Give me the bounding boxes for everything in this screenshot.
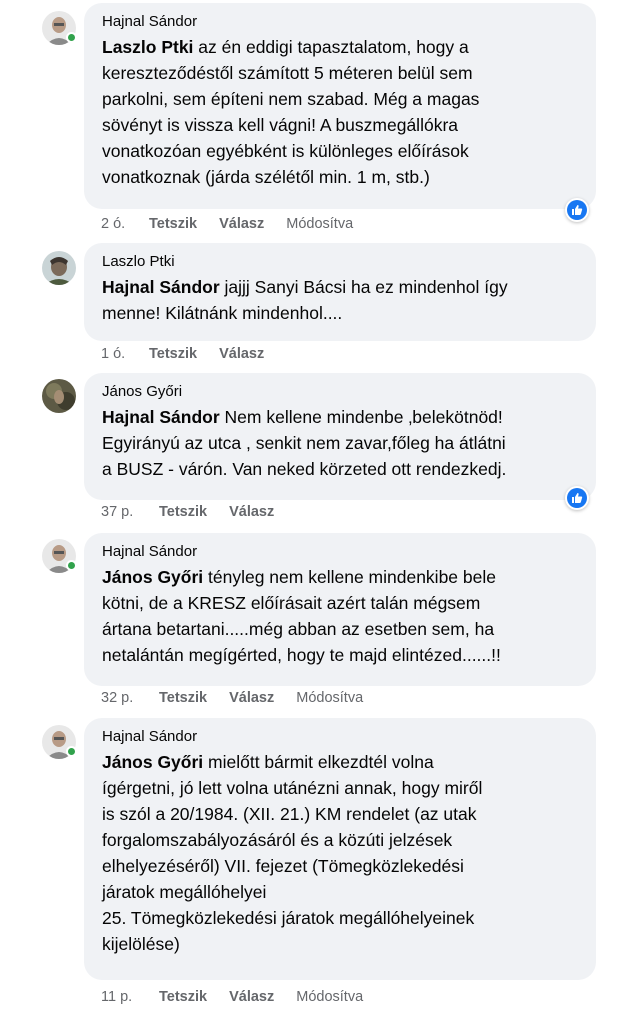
comment-timestamp[interactable]: 32 p. bbox=[101, 688, 159, 708]
comment-actions: 2 ó. Tetszik Válasz Módosítva bbox=[101, 214, 353, 234]
comment-timestamp[interactable]: 37 p. bbox=[101, 502, 159, 522]
like-button[interactable]: Tetszik bbox=[159, 688, 207, 708]
comment-text: Hajnal Sándor Nem kellene mindenbe ‚bele… bbox=[102, 404, 580, 482]
comment-actions: 1 ó. Tetszik Válasz bbox=[101, 344, 286, 364]
comment-body: mielőtt bármit elkezdtél volna ígérgetni… bbox=[102, 752, 483, 954]
comment-bubble: Laszlo Ptki Hajnal Sándor jajjj Sanyi Bá… bbox=[84, 243, 596, 341]
reply-button[interactable]: Válasz bbox=[229, 502, 274, 522]
mention-link[interactable]: János Győri bbox=[102, 567, 203, 587]
comment-actions: 37 p. Tetszik Válasz bbox=[101, 502, 296, 522]
comment-timestamp[interactable]: 11 p. bbox=[101, 987, 159, 1007]
edited-label[interactable]: Módosítva bbox=[296, 688, 363, 708]
reply-button[interactable]: Válasz bbox=[219, 214, 264, 234]
like-reaction-icon bbox=[567, 488, 587, 508]
comment-timestamp[interactable]: 2 ó. bbox=[101, 214, 149, 234]
comment-author[interactable]: János Győri bbox=[102, 382, 580, 402]
like-button[interactable]: Tetszik bbox=[159, 987, 207, 1007]
comment-bubble: Hajnal Sándor Laszlo Ptki az én eddigi t… bbox=[84, 3, 596, 209]
reply-button[interactable]: Válasz bbox=[229, 688, 274, 708]
online-status-dot bbox=[66, 560, 77, 571]
comment-text: János Győri tényleg nem kellene mindenki… bbox=[102, 564, 580, 668]
comment-actions: 32 p. Tetszik Válasz Módosítva bbox=[101, 688, 363, 708]
avatar-photo-icon bbox=[42, 379, 76, 413]
online-status-dot bbox=[66, 32, 77, 43]
avatar[interactable] bbox=[42, 379, 76, 413]
comment-bubble: Hajnal Sándor János Győri tényleg nem ke… bbox=[84, 533, 596, 686]
comment-bubble: Hajnal Sándor János Győri mielőtt bármit… bbox=[84, 718, 596, 980]
like-reaction-icon bbox=[567, 200, 587, 220]
comment-author[interactable]: Hajnal Sándor bbox=[102, 12, 580, 32]
avatar[interactable] bbox=[42, 251, 76, 285]
edited-label[interactable]: Módosítva bbox=[286, 214, 353, 234]
reaction-badge[interactable] bbox=[565, 198, 589, 222]
mention-link[interactable]: János Győri bbox=[102, 752, 203, 772]
avatar-photo-icon bbox=[42, 251, 76, 285]
mention-link[interactable]: Hajnal Sándor bbox=[102, 407, 220, 427]
comment-author[interactable]: Laszlo Ptki bbox=[102, 252, 580, 272]
reaction-badge[interactable] bbox=[565, 486, 589, 510]
comment-text: Laszlo Ptki az én eddigi tapasztalatom, … bbox=[102, 34, 580, 190]
online-status-dot bbox=[66, 746, 77, 757]
comment-text: János Győri mielőtt bármit elkezdtél vol… bbox=[102, 749, 580, 957]
reply-button[interactable]: Válasz bbox=[229, 987, 274, 1007]
comment-bubble: János Győri Hajnal Sándor Nem kellene mi… bbox=[84, 373, 596, 500]
comment-text: Hajnal Sándor jajjj Sanyi Bácsi ha ez mi… bbox=[102, 274, 580, 326]
comment-body: az én eddigi tapasztalatom, hogy a keres… bbox=[102, 37, 480, 187]
mention-link[interactable]: Hajnal Sándor bbox=[102, 277, 220, 297]
comment-author[interactable]: Hajnal Sándor bbox=[102, 727, 580, 747]
like-button[interactable]: Tetszik bbox=[149, 344, 197, 364]
reply-button[interactable]: Válasz bbox=[219, 344, 264, 364]
like-button[interactable]: Tetszik bbox=[159, 502, 207, 522]
edited-label[interactable]: Módosítva bbox=[296, 987, 363, 1007]
comment-actions: 11 p. Tetszik Válasz Módosítva bbox=[101, 987, 363, 1007]
like-button[interactable]: Tetszik bbox=[149, 214, 197, 234]
mention-link[interactable]: Laszlo Ptki bbox=[102, 37, 193, 57]
comment-author[interactable]: Hajnal Sándor bbox=[102, 542, 580, 562]
comment-timestamp[interactable]: 1 ó. bbox=[101, 344, 149, 364]
